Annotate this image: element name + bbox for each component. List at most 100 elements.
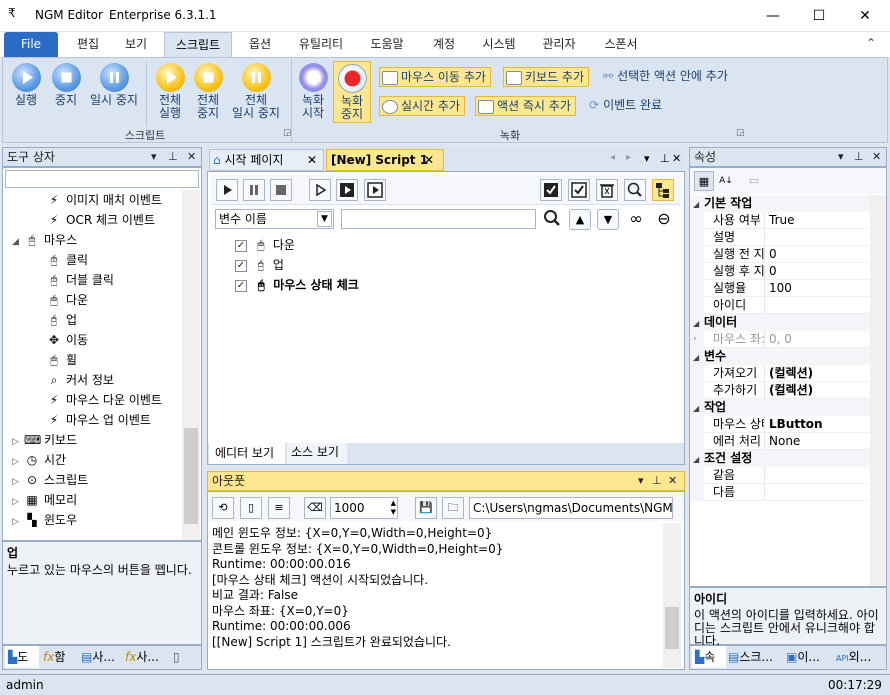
sort-alpha-icon[interactable]: A↓ — [716, 171, 736, 191]
keyboard-add-button[interactable]: 키보드 추가 — [503, 67, 590, 87]
property-value[interactable]: 0 — [765, 263, 777, 280]
variable-select[interactable]: 변수 이름 ▼ — [215, 209, 334, 229]
close-icon[interactable]: ✕ — [872, 148, 881, 166]
stop-button[interactable]: 중지 — [48, 63, 84, 107]
collapse-arrow-icon[interactable]: ◢ — [690, 451, 704, 468]
property-row[interactable]: 같음 — [690, 467, 870, 484]
tab-account[interactable]: 계정 — [426, 32, 462, 57]
toolbox-item[interactable]: ▷ ▚ 윈도우 — [12, 510, 77, 530]
maximize-button[interactable]: ☐ — [796, 0, 842, 32]
expand-arrow-icon[interactable]: ▷ — [12, 472, 24, 492]
tab-list-icon[interactable]: ▾ — [644, 152, 650, 165]
property-value[interactable]: (컬렉션) — [765, 382, 813, 399]
dropdown-icon[interactable]: ▾ — [151, 148, 157, 166]
step-play-button[interactable] — [309, 179, 331, 201]
pin-icon[interactable]: ⊥ — [652, 472, 662, 490]
scroll-left-icon[interactable]: ◂ — [610, 152, 615, 163]
pin-icon[interactable]: ⊥ — [660, 152, 670, 165]
tab-utility[interactable]: 유틸리티 — [292, 32, 350, 57]
toolbox-item[interactable]: ⚡ 마우스 다운 이벤트 — [46, 390, 162, 410]
output-scrollbar[interactable] — [663, 523, 681, 668]
dropdown-icon[interactable]: ▾ — [638, 472, 644, 490]
property-category[interactable]: ◢ 작업 — [690, 399, 870, 416]
tab-admin[interactable]: 관리자 — [536, 32, 582, 57]
action-checkbox[interactable]: ✓ — [235, 239, 247, 252]
toolbox-search-input[interactable] — [5, 170, 199, 188]
toolbox-item[interactable]: 🖰 클릭 — [46, 250, 88, 270]
move-down-button[interactable]: ▼ — [597, 209, 619, 230]
search-icon[interactable] — [541, 208, 563, 230]
expand-arrow-icon[interactable]: ▷ — [12, 432, 24, 452]
toolbox-item[interactable]: ▷ ⌨ 키보드 — [12, 430, 77, 450]
expand-arrow-icon[interactable]: ▷ — [12, 512, 24, 532]
tab-scripts[interactable]: ▤스크... — [728, 646, 773, 668]
tab-user-2[interactable]: fx사... — [125, 646, 159, 668]
property-category[interactable]: ◢ 조건 설정 — [690, 450, 870, 467]
toolbox-item[interactable]: ▷ ▦ 메모리 — [12, 490, 77, 510]
tab-images[interactable]: ▣이... — [786, 646, 820, 668]
property-row[interactable]: 아이디 — [690, 297, 870, 314]
tab-editor-view[interactable]: 에디터 보기 — [209, 443, 285, 464]
property-value[interactable]: 0 — [765, 246, 777, 263]
record-start-button[interactable]: 녹화 시작 — [297, 63, 329, 120]
tab-source-view[interactable]: 소스 보기 — [287, 443, 347, 464]
property-row[interactable]: 추가하기 (컬렉션) — [690, 382, 870, 399]
infinity-icon[interactable]: ∞ — [625, 208, 647, 230]
action-row-selected[interactable]: ✓ 🖰 마우스 상태 체크 — [235, 277, 359, 297]
toolbox-item[interactable]: ⚡ 이미지 매치 이벤트 — [46, 190, 162, 210]
tab-script-1[interactable]: [New] Script 1 ✕ — [326, 149, 444, 171]
close-icon[interactable]: ✕ — [668, 472, 677, 490]
toolbox-item[interactable]: ▷ ⊙ 스크립트 — [12, 470, 88, 490]
run-button[interactable]: 실행 — [8, 63, 44, 107]
check-button[interactable] — [568, 179, 590, 201]
expand-arrow-icon[interactable]: ▷ — [12, 492, 24, 512]
property-category[interactable]: ◢ 데이터 — [690, 314, 870, 331]
system-menu-icon[interactable]: ₹ — [8, 6, 16, 20]
collapse-arrow-icon[interactable]: ◢ — [690, 400, 704, 417]
event-done-button[interactable]: ⟳ 이벤트 완료 — [587, 96, 666, 116]
property-pages-icon[interactable]: ▭ — [744, 171, 764, 191]
move-up-button[interactable]: ▲ — [569, 209, 591, 230]
wrap-button[interactable]: ≡ — [268, 497, 290, 519]
record-stop-button[interactable]: 녹화 중지 — [333, 61, 371, 123]
property-row[interactable]: 실행 후 지0 — [690, 263, 870, 280]
save-icon[interactable]: 💾 — [415, 497, 437, 519]
clear-output-button[interactable]: ⟲ — [212, 497, 234, 519]
tab-properties[interactable]: ▙속 — [692, 646, 726, 668]
run-all-button[interactable]: 전체 실행 — [152, 63, 188, 120]
property-row[interactable]: 마우스 상태LButton — [690, 416, 870, 433]
tab-options[interactable]: 옵션 — [242, 32, 278, 57]
tab-view[interactable]: 보기 — [118, 32, 154, 57]
dropdown-icon[interactable]: ▾ — [838, 148, 844, 166]
categorized-icon[interactable]: ▦ — [694, 171, 714, 191]
run-selected-button[interactable] — [364, 179, 386, 201]
expand-arrow-icon[interactable]: ▷ — [12, 452, 24, 472]
pause-button[interactable]: 일시 중지 — [86, 63, 142, 107]
stop-button-small[interactable] — [270, 179, 292, 201]
toolbox-item[interactable]: 🖱 다운 — [46, 290, 88, 310]
tab-start-page[interactable]: ⌂ 시작 페이지 ✕ — [209, 149, 324, 171]
properties-scrollbar[interactable] — [870, 195, 886, 586]
tab-user-1[interactable]: ▤사... — [81, 646, 115, 668]
spin-icon[interactable]: ▲ ▼ — [391, 499, 396, 517]
toolbox-item[interactable]: ▷ ◷ 시간 — [12, 450, 66, 470]
tree-view-button[interactable] — [652, 179, 674, 201]
toolbox-item[interactable]: 🖱 휠 — [46, 350, 77, 370]
action-row[interactable]: ✓ 🖱 다운 — [235, 237, 295, 257]
property-value[interactable]: True — [765, 212, 795, 229]
pause-button-small[interactable] — [243, 179, 265, 201]
toolbox-scrollbar[interactable] — [182, 190, 200, 540]
tab-edit[interactable]: 편집 — [70, 32, 106, 57]
property-row[interactable]: 사용 여부 True — [690, 212, 870, 229]
folder-icon[interactable]: 🗀 — [442, 497, 464, 519]
chevron-down-icon[interactable]: ▼ — [317, 211, 332, 227]
tab-help[interactable]: 도움말 — [364, 32, 410, 57]
collapse-arrow-icon[interactable]: ◢ — [12, 232, 24, 252]
close-icon[interactable]: ✕ — [307, 150, 317, 170]
delete-button[interactable] — [596, 179, 618, 201]
search-button[interactable] — [624, 179, 646, 201]
collapse-arrow-icon[interactable]: ◢ — [690, 196, 704, 213]
tab-external[interactable]: API외... — [836, 646, 871, 669]
property-category[interactable]: ◢ 변수 — [690, 348, 870, 365]
output-path-field[interactable]: C:\Users\ngmas\Documents\NGM6\ — [469, 497, 673, 519]
